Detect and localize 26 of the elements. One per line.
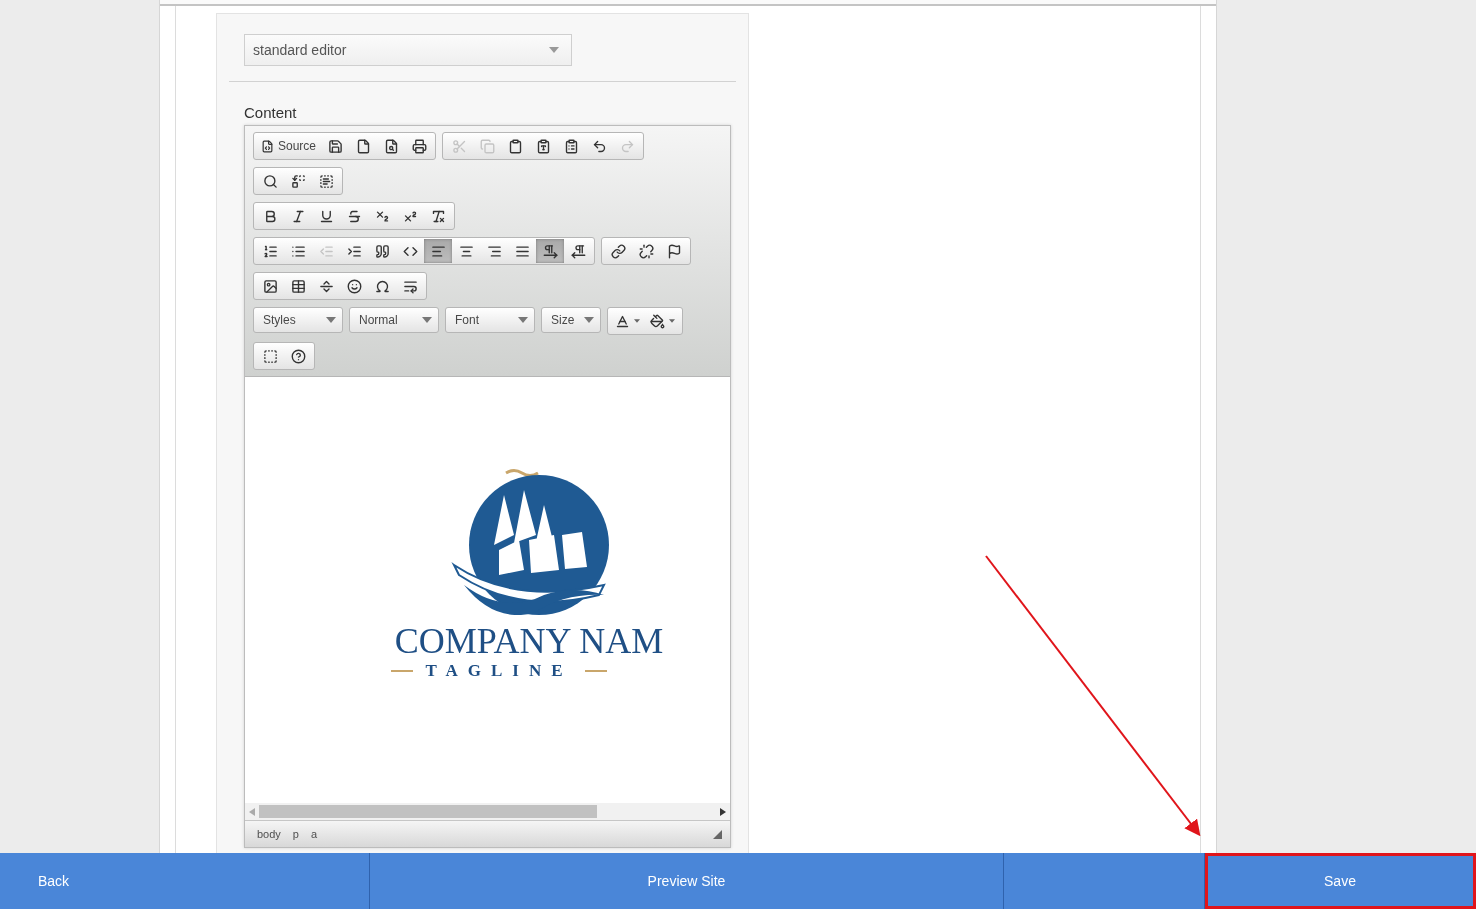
scrollbar-thumb[interactable]	[259, 805, 597, 818]
align-left-button[interactable]	[424, 239, 452, 263]
element-path-link[interactable]: p	[288, 828, 303, 840]
source-button[interactable]: Source	[256, 134, 322, 158]
format-combo[interactable]: Size	[541, 307, 601, 333]
caret-icon	[326, 317, 336, 323]
scroll-right-icon[interactable]	[720, 807, 726, 816]
caret-icon	[518, 317, 528, 323]
element-path-link[interactable]: body	[253, 828, 285, 840]
caret-icon	[669, 319, 675, 323]
tagline-text: TAGLINE	[425, 661, 573, 681]
company-name-text: COMPANY NAM	[394, 621, 664, 661]
resize-grip-icon[interactable]	[713, 829, 722, 839]
caret-icon	[634, 319, 640, 323]
format-combo[interactable]: Font	[445, 307, 535, 333]
caret-icon	[584, 317, 594, 323]
content-label: Content	[244, 104, 298, 121]
horizontal-scrollbar[interactable]	[245, 803, 730, 821]
format-combo[interactable]: Styles	[253, 307, 343, 333]
format-combo[interactable]: Normal	[349, 307, 439, 333]
element-path-link[interactable]: a	[307, 828, 322, 840]
caret-icon	[422, 317, 432, 323]
header-type-select[interactable]: standard editor	[244, 34, 572, 66]
footer-button[interactable]: Save	[1205, 853, 1476, 909]
left-to-right-button[interactable]	[536, 239, 564, 263]
dropdown-caret-icon	[549, 47, 559, 53]
